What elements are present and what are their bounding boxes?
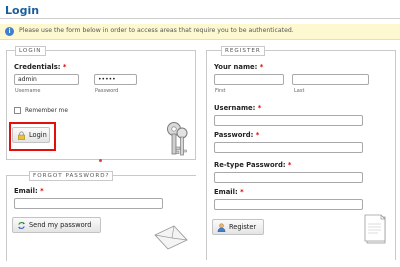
info-icon: i: [5, 27, 14, 36]
login-button-highlight: [9, 122, 56, 151]
notice-text: Please use the form below in order to ac…: [19, 27, 294, 34]
forgot-email-input[interactable]: [14, 198, 163, 209]
login-legend: LOGIN: [15, 46, 46, 56]
envelope-icon: [154, 225, 188, 250]
send-password-button[interactable]: Send my password: [12, 217, 101, 233]
forgot-email-label: Email: *: [14, 187, 44, 195]
register-password-label: Password: *: [214, 131, 260, 139]
register-password-input[interactable]: [214, 142, 363, 153]
register-email-input[interactable]: [214, 199, 363, 210]
required-mark: *: [257, 104, 262, 112]
document-icon: [364, 214, 386, 244]
required-mark: *: [287, 161, 292, 169]
register-username-label: Username: *: [214, 104, 262, 112]
register-name-label: Your name: *: [214, 63, 264, 71]
register-legend: REGISTER: [221, 46, 265, 56]
register-username-input[interactable]: [214, 115, 363, 126]
remember-me-checkbox[interactable]: [14, 107, 21, 114]
refresh-icon: [18, 221, 25, 230]
credentials-label: Credentials: *: [14, 63, 67, 71]
title-divider: [0, 18, 400, 19]
register-last-name-input[interactable]: [292, 74, 369, 85]
register-first-name-input[interactable]: [214, 74, 284, 85]
keys-icon: [167, 122, 188, 156]
required-mark: *: [40, 187, 44, 195]
register-email-label: Email: *: [214, 188, 244, 196]
username-sublabel: Username: [15, 88, 41, 94]
remember-me-label: Remember me: [25, 108, 68, 114]
login-username-input[interactable]: admin: [14, 74, 79, 85]
password-sublabel: Password: [95, 88, 119, 94]
user-icon: [217, 223, 226, 232]
required-mark: *: [240, 188, 244, 196]
info-notice: i Please use the form below in order to …: [0, 24, 400, 40]
divider-dot: [99, 159, 102, 162]
page-title: Login: [5, 4, 40, 17]
register-retype-password-label: Re-type Password: *: [214, 161, 292, 169]
first-sublabel: First: [215, 88, 226, 94]
register-button[interactable]: Register: [212, 219, 264, 235]
login-password-input[interactable]: •••••: [94, 74, 137, 85]
last-sublabel: Last: [294, 88, 305, 94]
required-mark: *: [259, 63, 264, 71]
required-mark: *: [62, 63, 67, 71]
forgot-password-legend: FORGOT PASSWORD?: [29, 171, 114, 181]
required-mark: *: [255, 131, 260, 139]
register-retype-password-input[interactable]: [214, 172, 363, 183]
